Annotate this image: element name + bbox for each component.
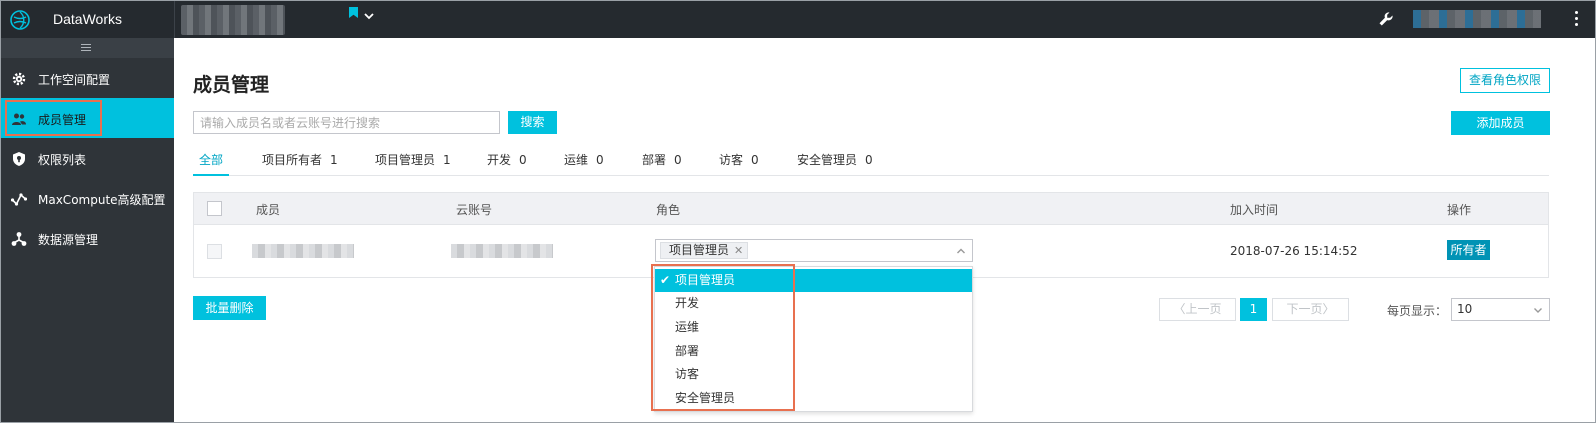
workspace-selector[interactable] [181, 5, 285, 35]
sidebar-item-members[interactable]: 成员管理 [1, 98, 174, 138]
bulk-delete-button[interactable]: 批量删除 [193, 296, 266, 320]
cloud-account-redacted [451, 244, 553, 258]
tab-developer[interactable]: 开发 0 [487, 151, 527, 168]
row-checkbox [207, 244, 222, 259]
tab-label: 开发 [487, 153, 512, 167]
column-header-join-time: 加入时间 [1230, 203, 1279, 217]
chevron-left-icon: 〈 [1173, 302, 1186, 316]
bookmark-icon[interactable] [349, 7, 358, 18]
datasource-icon [11, 232, 27, 246]
prev-page-button[interactable]: 〈上一页 [1159, 298, 1236, 321]
next-page-button[interactable]: 下一页〉 [1272, 298, 1349, 321]
tab-operations[interactable]: 运维 0 [564, 151, 604, 168]
tab-label: 运维 [564, 153, 589, 167]
search-input[interactable] [193, 111, 500, 134]
tab-label: 安全管理员 [797, 153, 858, 167]
tab-label: 项目管理员 [375, 153, 436, 167]
gear-icon [12, 72, 26, 86]
user-account[interactable] [1413, 10, 1541, 28]
brand[interactable]: DataWorks [1, 1, 175, 39]
tab-count: 0 [519, 153, 527, 167]
owner-badge: 所有者 [1447, 240, 1490, 260]
nodes-icon [11, 193, 27, 206]
prev-page-label: 上一页 [1185, 302, 1222, 316]
brand-name: DataWorks [53, 11, 122, 27]
page-title: 成员管理 [193, 74, 270, 96]
select-all-checkbox[interactable] [207, 201, 222, 216]
current-page[interactable]: 1 [1240, 298, 1267, 321]
dataworks-logo-icon [10, 10, 30, 30]
tab-security-admin[interactable]: 安全管理员 0 [797, 151, 873, 168]
wrench-icon[interactable] [1377, 10, 1395, 28]
chevron-right-icon: 〉 [1322, 302, 1335, 316]
tab-label: 部署 [642, 153, 667, 167]
column-header-cloud-account: 云账号 [456, 203, 493, 217]
table-header: 成员 云账号 角色 加入时间 操作 [194, 193, 1548, 225]
next-page-label: 下一页 [1286, 302, 1323, 316]
tab-label: 全部 [199, 153, 224, 167]
tab-deploy[interactable]: 部署 0 [642, 151, 682, 168]
role-tag: 项目管理员 ✕ [660, 242, 749, 259]
sidebar-item-permissions[interactable]: 权限列表 [1, 138, 174, 178]
search-button[interactable]: 搜索 [508, 111, 557, 134]
tab-count: 0 [751, 153, 759, 167]
more-vertical-icon[interactable] [1573, 9, 1579, 31]
sidebar: 工作空间配置 成员管理 权限列表 MaxCompute高级配置 数据源管理 [0, 38, 174, 423]
sidebar-collapse-toggle[interactable] [1, 38, 174, 58]
top-bar: DataWorks [0, 0, 1596, 39]
tab-count: 0 [596, 153, 604, 167]
page-size-label: 每页显示： [1387, 304, 1448, 318]
highlight-box [5, 100, 102, 136]
chevron-up-icon[interactable] [956, 246, 966, 256]
page-size-select[interactable]: 10 [1451, 298, 1550, 321]
sidebar-item-workspace-config[interactable]: 工作空间配置 [1, 58, 174, 98]
tab-all[interactable]: 全部 [199, 151, 223, 168]
column-header-actions: 操作 [1447, 203, 1472, 217]
menu-icon [81, 44, 91, 52]
tab-count: 0 [865, 153, 873, 167]
sidebar-item-datasource[interactable]: 数据源管理 [1, 218, 174, 258]
close-icon[interactable]: ✕ [734, 244, 743, 257]
member-name-redacted [252, 244, 354, 258]
column-header-role: 角色 [656, 203, 681, 217]
column-header-member: 成员 [256, 203, 281, 217]
sidebar-item-label: MaxCompute高级配置 [38, 193, 166, 207]
highlight-box [651, 264, 795, 411]
view-role-permissions-button[interactable]: 查看角色权限 [1460, 68, 1550, 93]
sidebar-item-label: 工作空间配置 [38, 73, 111, 87]
sidebar-item-label: 权限列表 [38, 153, 87, 167]
tab-label: 项目所有者 [262, 153, 323, 167]
tab-count: 0 [674, 153, 682, 167]
chevron-down-icon[interactable] [363, 10, 375, 22]
tab-visitor[interactable]: 访客 0 [719, 151, 759, 168]
role-tabs: 全部 项目所有者 1 项目管理员 1 开发 0 运维 0 部署 0 访客 0 安全管理员 0 [193, 149, 1549, 176]
tab-label: 访客 [719, 153, 744, 167]
join-time: 2018-07-26 15:14:52 [1230, 244, 1358, 258]
role-select[interactable]: 项目管理员 ✕ [655, 239, 973, 262]
tab-count: 1 [330, 153, 338, 167]
active-tab-indicator [193, 174, 229, 176]
tab-project-owner[interactable]: 项目所有者 1 [262, 151, 338, 168]
role-tag-label: 项目管理员 [669, 243, 730, 257]
tab-project-admin[interactable]: 项目管理员 1 [375, 151, 451, 168]
sidebar-item-label: 数据源管理 [38, 233, 99, 247]
add-member-button[interactable]: 添加成员 [1451, 111, 1550, 135]
chevron-down-icon [1534, 308, 1542, 313]
page-size-value: 10 [1457, 302, 1473, 316]
tab-count: 1 [443, 153, 451, 167]
shield-icon [13, 152, 25, 166]
sidebar-item-maxcompute[interactable]: MaxCompute高级配置 [1, 178, 174, 218]
